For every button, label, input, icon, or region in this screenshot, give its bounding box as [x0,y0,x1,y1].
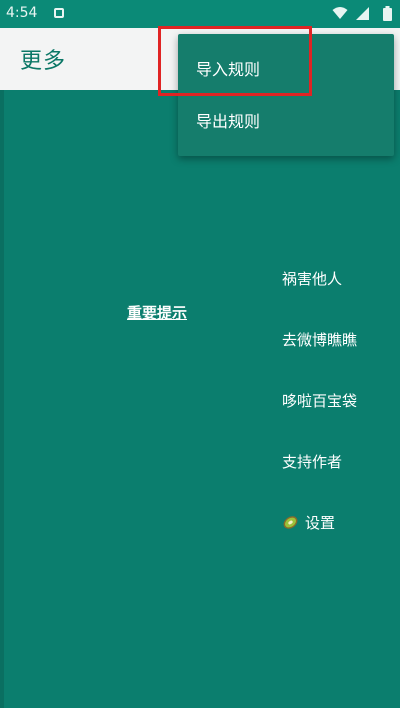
wifi-icon [332,7,348,19]
import-rules-menu-item[interactable]: 导入规则 [178,44,394,96]
signal-icon [356,7,369,20]
menu-item-label: 去微博瞧瞧 [282,331,358,349]
status-time: 4:54 [6,5,38,21]
menu-item-support-author[interactable]: 支持作者 [282,451,342,472]
menu-item-label: 祸害他人 [282,270,343,288]
menu-item-harm-others[interactable]: 祸害他人 [282,268,342,289]
drawer-edge [0,90,4,708]
menu-item-doraemon-bag[interactable]: 哆啦百宝袋 [282,390,357,411]
menu-item-label: 导出规则 [196,112,261,131]
export-rules-menu-item[interactable]: 导出规则 [178,96,394,148]
menu-item-weibo[interactable]: 去微博瞧瞧 [282,329,357,350]
battery-icon [383,6,392,21]
menu-item-label: 导入规则 [196,60,261,79]
menu-item-label: 哆啦百宝袋 [282,392,358,410]
kiwi-icon [283,516,298,529]
notification-icon [54,8,64,18]
menu-item-settings[interactable]: 设置 [282,512,335,533]
menu-item-label: 支持作者 [282,453,343,471]
important-notice-link[interactable]: 重要提示 [127,302,187,323]
overflow-menu: 导入规则 导出规则 [178,34,394,156]
page-title: 更多 [20,49,67,74]
status-bar: 4:54 [0,0,400,28]
menu-item-label: 设置 [305,514,336,532]
